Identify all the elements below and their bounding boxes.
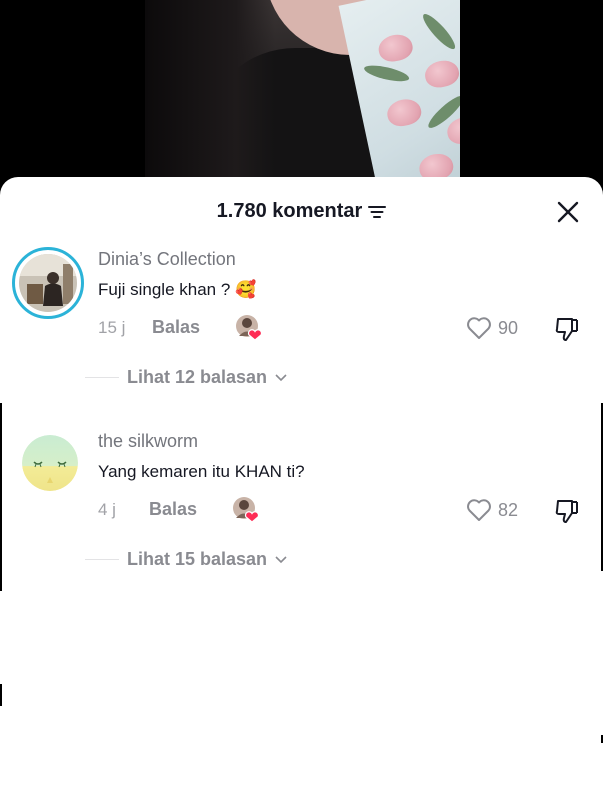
comments-header: 1.780 komentar [0, 200, 603, 223]
chevron-down-icon [275, 555, 287, 564]
comment-author[interactable]: Dinia’s Collection [98, 249, 236, 270]
avatar[interactable] [22, 435, 78, 491]
view-replies-button[interactable]: Lihat 12 balasan [85, 367, 287, 388]
video-frame-image [145, 0, 460, 200]
comment-count-title: 1.780 komentar [216, 200, 363, 222]
like-button[interactable]: 82 [466, 498, 518, 522]
avatar[interactable] [12, 247, 84, 319]
view-replies-label: Lihat 12 balasan [127, 367, 268, 387]
comment-time: 15 j [98, 318, 126, 337]
replies-divider [85, 559, 119, 560]
comment-time: 4 j [98, 500, 116, 519]
comment-author[interactable]: the silkworm [98, 431, 198, 452]
close-icon[interactable] [555, 199, 581, 225]
creator-liked-icon [235, 314, 265, 344]
thumbs-down-icon[interactable] [553, 497, 581, 525]
like-count: 82 [498, 499, 519, 520]
comment-text: Yang kemaren itu KHAN ti? [98, 462, 305, 481]
sort-filter-icon[interactable] [368, 204, 387, 220]
heart-icon [466, 498, 492, 522]
chevron-down-icon [275, 373, 287, 382]
reply-button[interactable]: Balas [152, 317, 200, 338]
creator-liked-icon [232, 496, 262, 526]
comment-text: Fuji single khan ? 🥰 [98, 280, 257, 299]
heart-icon [466, 316, 492, 340]
edge-artifact [0, 684, 2, 706]
like-count: 90 [498, 317, 519, 338]
reply-button[interactable]: Balas [149, 499, 197, 520]
thumbs-down-icon[interactable] [553, 315, 581, 343]
comments-sheet: 1.780 komentar Dinia’s Collection Fuji s… [0, 177, 603, 804]
edge-artifact [0, 403, 2, 591]
view-replies-label: Lihat 15 balasan [127, 549, 268, 569]
video-player[interactable] [0, 0, 603, 200]
view-replies-button[interactable]: Lihat 15 balasan [85, 549, 287, 570]
smiling-hearts-emoji: 🥰 [235, 280, 257, 299]
replies-divider [85, 377, 119, 378]
like-button[interactable]: 90 [466, 316, 518, 340]
